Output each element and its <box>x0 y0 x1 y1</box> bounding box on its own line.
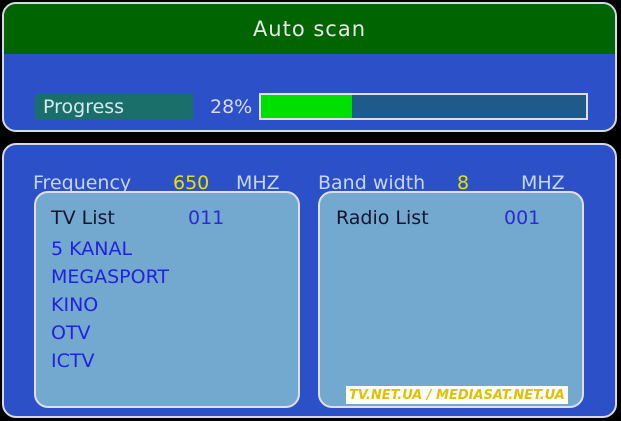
watermark-logo: TV.NET.UA / MEDIASAT.NET.UA <box>346 386 568 404</box>
tv-list-box: TV List 011 5 KANAL MEGASPORT KINO OTV I… <box>34 191 300 408</box>
tv-channel-list: 5 KANAL MEGASPORT KINO OTV ICTV <box>51 235 169 375</box>
list-item[interactable]: MEGASPORT <box>51 263 169 291</box>
tv-list-count: 011 <box>188 207 225 229</box>
radio-list-box: Radio List 001 <box>318 191 584 408</box>
progress-bar-fill <box>261 95 352 118</box>
radio-list-label: Radio List <box>336 207 429 229</box>
window-title: Auto scan <box>4 4 615 54</box>
auto-scan-header-panel: Auto scan Progress 28% <box>2 2 617 132</box>
progress-percent: 28% <box>210 95 253 118</box>
radio-list-count: 001 <box>504 207 541 229</box>
list-item[interactable]: OTV <box>51 319 169 347</box>
list-item[interactable]: KINO <box>51 291 169 319</box>
list-item[interactable]: 5 KANAL <box>51 235 169 263</box>
progress-bar <box>259 93 588 120</box>
tv-list-label: TV List <box>51 207 115 229</box>
progress-label: Progress <box>35 93 193 120</box>
list-item[interactable]: ICTV <box>51 347 169 375</box>
